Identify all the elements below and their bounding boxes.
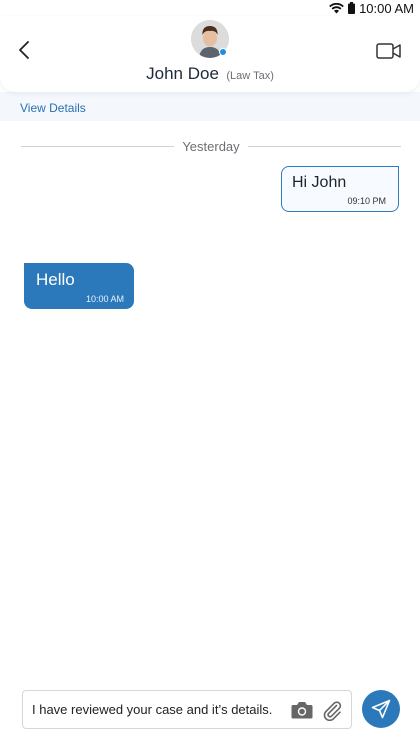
view-details-link[interactable]: View Details [20,101,86,115]
attach-button[interactable] [321,699,343,722]
date-label: Yesterday [182,138,240,154]
contact-name: John Doe [146,64,219,83]
outgoing-message[interactable]: Hi John 09:10 PM [281,166,399,212]
paperclip-icon [323,701,342,722]
contact-role: (Law Tax) [226,70,274,82]
chevron-left-icon [19,41,29,59]
message-text: Hello [36,270,75,289]
message-time: 09:10 PM [347,196,386,206]
contact-info: John Doe (Law Tax) [0,64,420,84]
incoming-message[interactable]: Hello 10:00 AM [24,263,134,309]
battery-icon [348,2,356,14]
details-strip: View Details [0,92,420,121]
separator-line [247,145,401,147]
date-separator: Yesterday [21,137,401,155]
chat-header: John Doe (Law Tax) [0,16,420,92]
separator-line [21,145,175,147]
message-composer [22,690,352,729]
message-time: 10:00 AM [85,294,124,304]
message-text: Hi John [292,174,347,191]
send-button[interactable] [362,690,400,728]
status-time: 10:00 AM [359,0,414,16]
back-button[interactable] [14,38,34,62]
video-call-button[interactable] [376,42,402,60]
wifi-icon [329,2,344,14]
video-camera-icon [376,43,401,59]
message-input[interactable] [32,702,284,717]
online-status-dot [219,48,227,56]
status-bar: 10:00 AM [0,0,420,16]
camera-button[interactable] [291,700,313,720]
camera-icon [291,702,313,719]
send-icon [371,699,391,719]
chat-screen: 10:00 AM John Doe (Law Tax) View Details… [0,0,420,747]
contact-avatar[interactable] [191,20,229,58]
